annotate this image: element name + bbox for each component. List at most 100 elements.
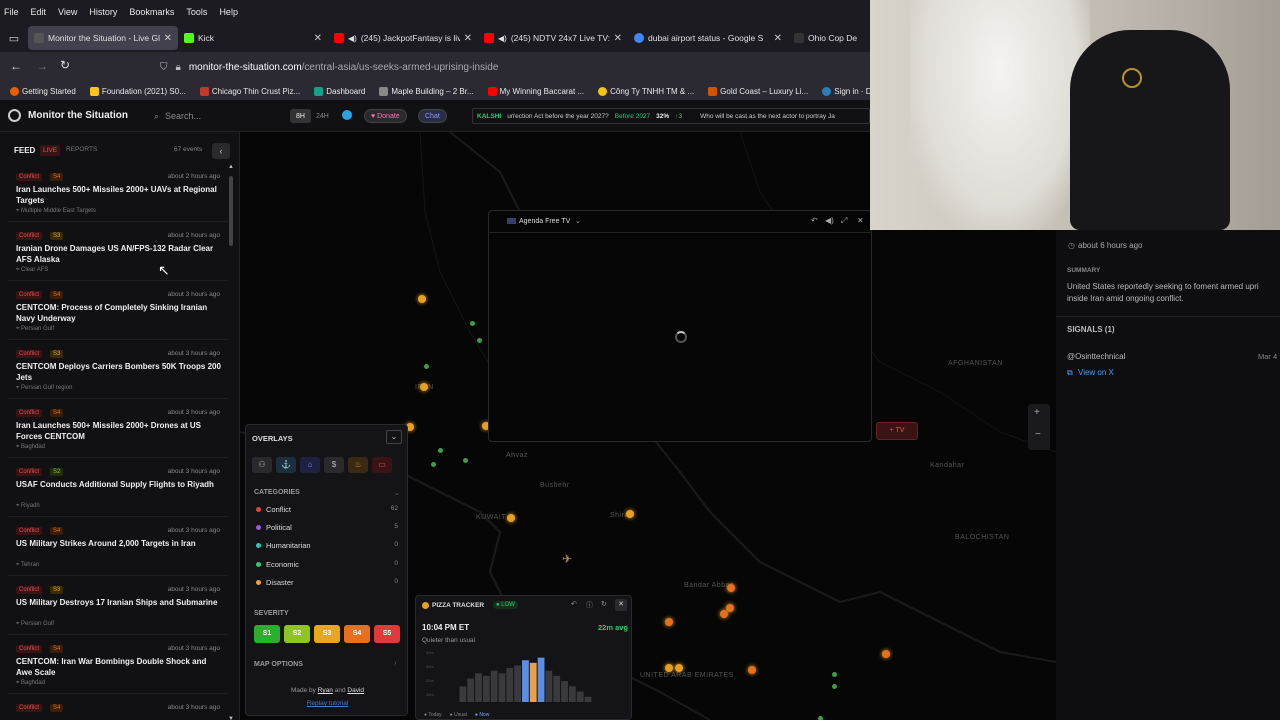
kalshi-ticker[interactable]: KALSHI urrection Act before the year 202… [472,108,870,124]
event-marker[interactable] [626,510,634,518]
tab-ndtv[interactable]: ◀) (245) NDTV 24x7 Live TV: l ✕ [478,26,628,50]
feed-item[interactable]: Conflict S2 about 3 hours ago USAF Conducts… [8,459,228,517]
expand-icon[interactable]: ⤢ [841,216,847,226]
people-overlay-icon[interactable]: ⚇ [252,457,272,473]
bookmark-item[interactable]: Chicago Thin Crust Piz... [199,86,300,96]
reload-icon[interactable]: ↻ [60,58,70,72]
tab-jackpotfantasy[interactable]: ◀) (245) JackpotFantasy is live! ✕ [328,26,478,50]
back-icon[interactable]: ← [10,59,22,73]
bookmark-item[interactable]: Getting Started [10,86,76,96]
map-options-chevron-icon[interactable]: › [394,660,396,667]
speaker-icon[interactable]: ◀) [498,34,507,43]
event-marker[interactable] [418,295,426,303]
category-row[interactable]: Humanitarian 0 [256,541,402,555]
bookmark-item[interactable]: My Winning Baccarat ... [487,86,584,96]
event-marker[interactable] [424,364,429,369]
feed-item[interactable]: Conflict S3 about 3 hours ago CENTCOM Deplo… [8,341,228,399]
info-icon[interactable]: ⓘ [586,600,593,610]
tv-toggle-button[interactable]: + TV [876,422,918,440]
feed-item[interactable]: ConflictS4about 3 hours ago⌖ [8,695,228,720]
menu-view[interactable]: View [58,7,77,17]
live-tab[interactable]: LIVE [40,145,61,156]
url-bar[interactable]: ⛉ 🔒︎ monitor-the-situation.com/central-a… [150,56,870,78]
menu-bookmarks[interactable]: Bookmarks [129,7,174,17]
category-row[interactable]: Conflict 62 [256,505,402,519]
menu-edit[interactable]: Edit [31,7,47,17]
shield-icon[interactable]: ⛉ [160,62,168,73]
collapse-overlays-button[interactable]: ⌄ [386,430,402,444]
event-marker[interactable] [665,618,673,626]
external-link-icon[interactable]: ⧉ [1067,368,1073,378]
bookmark-item[interactable]: Dashboard [314,86,365,96]
bookmark-item[interactable]: Sign in · Drea [822,86,870,96]
feed-scrollbar[interactable]: ▲ ▼ [228,164,234,720]
severity-s1-button[interactable]: S1 [254,625,280,643]
event-marker[interactable] [727,584,735,592]
event-marker[interactable] [420,383,428,391]
volume-icon[interactable]: ◀) [825,216,834,225]
author-link[interactable]: Ryan [318,687,333,694]
close-tab-icon[interactable]: ✕ [314,33,322,44]
scroll-up-icon[interactable]: ▲ [228,164,234,170]
range-24h-button[interactable]: 24H [310,109,335,123]
event-marker[interactable] [675,664,683,672]
feed-item[interactable]: Conflict S4 about 3 hours ago US Military S… [8,518,228,576]
feed-item[interactable]: Conflict S3 about 2 hours ago Iranian Drone… [8,223,228,281]
map-options-button[interactable]: MAP OPTIONS [254,661,303,668]
tab-google[interactable]: dubai airport status - Google S ✕ [628,26,788,50]
feed-item[interactable]: Conflict S3 about 3 hours ago US Military D… [8,577,228,635]
tab-ohio[interactable]: Ohio Cop De [788,26,870,50]
speaker-icon[interactable]: ◀) [348,34,357,43]
close-tab-icon[interactable]: ✕ [464,33,472,44]
undo-icon[interactable]: ↶ [811,216,818,225]
scroll-down-icon[interactable]: ▼ [228,716,234,720]
menu-file[interactable]: File [4,7,19,17]
donate-button[interactable]: ♥ Donate [364,109,407,123]
category-row[interactable]: Political 5 [256,523,402,537]
search-box[interactable]: ⌕ Search... [146,106,276,126]
chat-button[interactable]: Chat [418,109,447,123]
tv-overlay-icon[interactable]: ▭ [372,457,392,473]
zoom-out-button[interactable]: − [1035,429,1041,440]
event-marker[interactable] [818,716,823,720]
event-marker[interactable] [477,338,482,343]
event-marker[interactable] [748,666,756,674]
event-marker[interactable] [438,448,443,453]
undo-icon[interactable]: ↶ [571,600,577,608]
severity-s4-button[interactable]: S4 [344,625,370,643]
event-marker[interactable] [431,462,436,467]
forward-icon[interactable]: → [36,59,48,73]
close-tab-icon[interactable]: ✕ [164,33,172,44]
event-marker[interactable] [832,672,837,677]
event-marker[interactable] [470,321,475,326]
reports-tab[interactable]: REPORTS [66,146,97,153]
telegram-icon[interactable] [342,110,352,120]
menu-tools[interactable]: Tools [186,7,207,17]
close-pizza-icon[interactable]: ✕ [615,599,627,611]
category-row[interactable]: Economic 0 [256,560,402,574]
event-marker[interactable] [720,610,728,618]
category-row[interactable]: Disaster 0 [256,578,402,592]
collapse-feed-button[interactable]: ‹ [212,143,230,159]
close-tab-icon[interactable]: ✕ [774,33,782,44]
bookmark-item[interactable]: Maple Building – 2 Br... [379,86,474,96]
severity-s2-button[interactable]: S2 [284,625,310,643]
replay-tutorial-link[interactable]: Replay tutorial [246,700,409,707]
tab-monitor[interactable]: Monitor the Situation - Live Gl ✕ [28,26,178,50]
view-on-x-link[interactable]: View on X [1078,368,1114,377]
event-marker[interactable] [882,650,890,658]
feed-list[interactable]: Conflict S4 about 2 hours ago Iran Launches… [0,164,236,720]
author-link[interactable]: David [347,687,364,694]
refresh-icon[interactable]: ↻ [601,600,607,608]
tab-overview-icon[interactable]: ▭ [0,32,28,45]
scroll-thumb[interactable] [229,176,233,246]
severity-s5-button[interactable]: S5 [374,625,400,643]
tv-dropdown-icon[interactable]: ⌄ [575,217,581,225]
bases-overlay-icon[interactable]: ⌂ [300,457,320,473]
dollar-overlay-icon[interactable]: $ [324,457,344,473]
event-marker[interactable] [665,664,673,672]
bookmark-item[interactable]: Foundation (2021) S0... [89,86,186,96]
lock-icon[interactable]: 🔒︎ [176,62,181,73]
event-marker[interactable] [463,458,468,463]
bookmark-item[interactable]: Công Ty TNHH TM & ... [598,86,694,96]
